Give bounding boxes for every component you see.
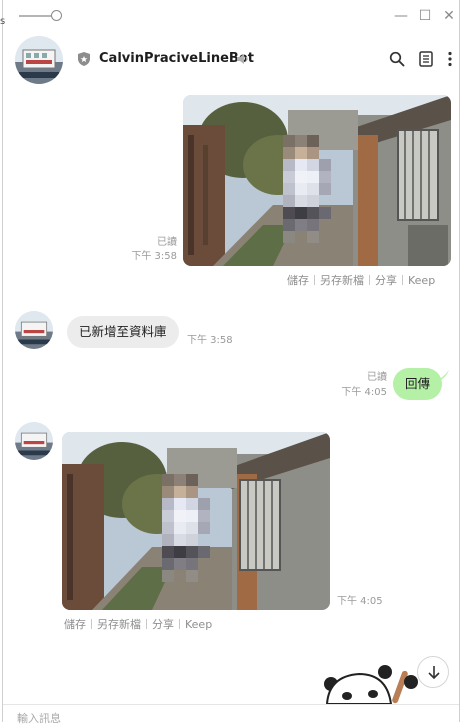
action-divider <box>314 275 315 285</box>
outgoing-image[interactable] <box>183 95 451 266</box>
message-time: 下午 4:05 <box>341 387 387 398</box>
image-actions: 儲存 另存新檔 分享 Keep <box>64 616 212 632</box>
save-as-link[interactable]: 另存新檔 <box>320 272 364 288</box>
left-edge-text: s <box>0 16 6 27</box>
chat-name: CalvinPraciveLineBot <box>99 51 254 66</box>
close-button[interactable]: ✕ <box>441 8 457 24</box>
opacity-slider-knob[interactable] <box>51 10 62 21</box>
keep-link[interactable]: Keep <box>408 274 435 287</box>
bubble-tail <box>435 370 449 382</box>
save-as-link[interactable]: 另存新檔 <box>97 616 141 632</box>
action-divider <box>179 619 180 629</box>
share-link[interactable]: 分享 <box>375 272 397 288</box>
message-time: 下午 4:05 <box>337 596 383 607</box>
save-link[interactable]: 儲存 <box>287 272 309 288</box>
read-receipt: 已讀 <box>157 237 177 248</box>
action-divider <box>146 619 147 629</box>
message-input-area[interactable] <box>3 704 459 723</box>
scroll-to-bottom-button[interactable] <box>417 656 449 688</box>
more-vertical-icon[interactable] <box>447 51 453 67</box>
arrow-down-icon <box>428 666 440 680</box>
search-icon[interactable] <box>389 51 405 67</box>
action-divider <box>369 275 370 285</box>
message-time: 下午 3:58 <box>131 251 177 262</box>
shield-icon <box>78 52 90 66</box>
chat-window: — ☐ ✕ CalvinPraciveLineBot 已讀 下午 3:58 儲存… <box>2 0 460 725</box>
bot-avatar-small[interactable] <box>15 311 53 349</box>
maximize-button[interactable]: ☐ <box>417 8 433 24</box>
action-divider <box>402 275 403 285</box>
image-actions: 儲存 另存新檔 分享 Keep <box>287 272 435 288</box>
action-divider <box>91 619 92 629</box>
message-input-placeholder: 輸入訊息 <box>17 712 61 725</box>
notes-icon[interactable] <box>419 51 433 67</box>
panda-sticker[interactable] <box>319 662 419 704</box>
message-time: 下午 3:58 <box>187 335 233 346</box>
incoming-image[interactable] <box>62 432 330 610</box>
share-link[interactable]: 分享 <box>152 616 174 632</box>
bot-avatar-small[interactable] <box>15 422 53 460</box>
keep-link[interactable]: Keep <box>185 618 212 631</box>
title-bar: — ☐ ✕ <box>3 0 459 32</box>
bot-avatar[interactable] <box>15 36 63 84</box>
read-receipt: 已讀 <box>367 372 387 383</box>
minimize-button[interactable]: — <box>393 8 409 24</box>
incoming-message-bubble[interactable]: 已新增至資料庫 <box>67 316 179 348</box>
speaker-mute-icon[interactable] <box>236 52 250 66</box>
save-link[interactable]: 儲存 <box>64 616 86 632</box>
